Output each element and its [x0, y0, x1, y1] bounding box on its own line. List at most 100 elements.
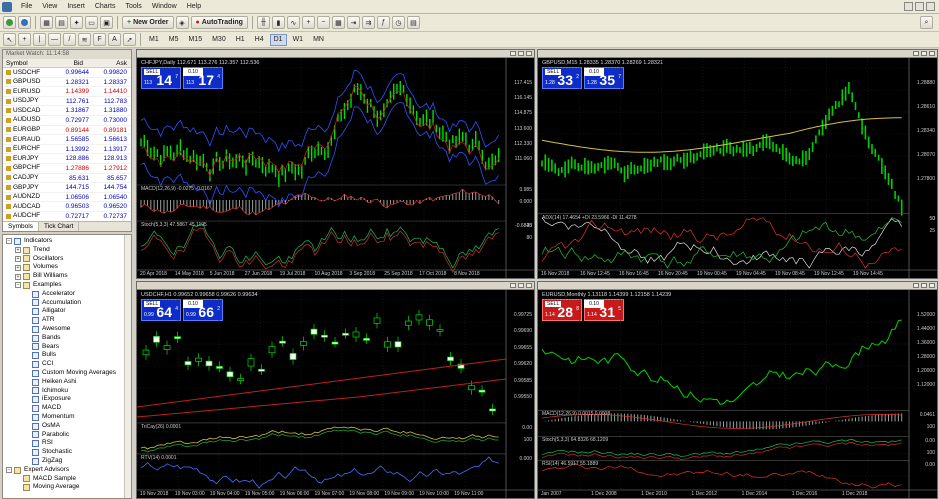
horizontal-line-tool[interactable]: — [48, 33, 61, 46]
periods-button[interactable]: ◷ [391, 16, 405, 29]
maximize-icon[interactable] [921, 51, 927, 56]
navigator-scrollbar[interactable] [124, 235, 131, 498]
timeframe-h4[interactable]: H4 [251, 34, 268, 46]
lot-size-input[interactable]: 0.10 [584, 68, 604, 76]
expand-icon[interactable]: + [15, 273, 21, 280]
navigator-item[interactable]: Heiken Ashi [3, 378, 131, 387]
fibonacci-tool[interactable]: F [93, 33, 106, 46]
timeframe-m30[interactable]: M30 [208, 34, 230, 46]
chart-shift-button[interactable]: ⇥ [346, 16, 360, 29]
close-icon[interactable] [526, 283, 532, 288]
navigator-item[interactable]: ZigZag [3, 457, 131, 466]
navigator-item[interactable]: Accelerator [3, 290, 131, 299]
navigator-item[interactable]: Bulls [3, 351, 131, 360]
navigator-item[interactable]: − Indicators [3, 237, 131, 246]
tab-tick-chart[interactable]: Tick Chart [39, 222, 80, 231]
navigator-item[interactable]: RSI [3, 439, 131, 448]
navigator-item[interactable]: − Expert Advisors [3, 466, 131, 475]
minimize-icon[interactable] [913, 283, 919, 288]
menu-window[interactable]: Window [147, 3, 182, 10]
navigator-item[interactable]: Moving Average [3, 483, 131, 492]
expand-icon[interactable]: + [15, 255, 21, 262]
trendline-tool[interactable]: / [63, 33, 76, 46]
navigator-item[interactable]: ATR [3, 316, 131, 325]
candlestick-button[interactable]: ▮ [271, 16, 285, 29]
maximize-icon[interactable] [921, 283, 927, 288]
new-order-button[interactable]: + New Order [122, 16, 174, 29]
strategy-tester-button[interactable]: ▣ [100, 16, 113, 29]
timeframe-m5[interactable]: M5 [165, 34, 183, 46]
arrows-tool[interactable]: ➚ [123, 33, 136, 46]
maximize-icon[interactable] [518, 51, 524, 56]
lot-size-input[interactable]: 0.10 [183, 300, 203, 308]
text-tool[interactable]: A [108, 33, 121, 46]
expand-icon[interactable]: − [15, 282, 21, 289]
navigator-item[interactable]: Awesome [3, 325, 131, 334]
navigator-item[interactable]: MACD [3, 404, 131, 413]
timeframe-d1[interactable]: D1 [269, 33, 287, 46]
maximize-icon[interactable] [518, 283, 524, 288]
navigator-item[interactable]: + Bill Williams [3, 272, 131, 281]
minimize-icon[interactable] [913, 51, 919, 56]
expand-icon[interactable]: + [15, 247, 21, 254]
chart-window-eurusd[interactable]: EURUSD,Monthly 1.13118 1.14399 1.12158 1… [537, 281, 938, 499]
tab-symbols[interactable]: Symbols [3, 222, 39, 231]
channel-tool[interactable]: ≋ [78, 33, 91, 46]
navigator-item[interactable]: CCI [3, 360, 131, 369]
navigator-item[interactable]: OsMA [3, 422, 131, 431]
close-icon[interactable] [929, 51, 935, 56]
minimize-icon[interactable] [904, 2, 913, 11]
price-chart-canvas[interactable] [538, 58, 937, 278]
timeframe-w1[interactable]: W1 [289, 34, 308, 46]
navigator-item[interactable]: + Oscillators [3, 255, 131, 264]
navigator-item[interactable]: Stochastic [3, 448, 131, 457]
navigator-item[interactable]: + Volumes [3, 263, 131, 272]
expand-icon[interactable]: + [15, 264, 21, 271]
navigator-item[interactable]: Accumulation [3, 299, 131, 308]
chart-window-usdchf[interactable]: USDCHF,H1 0.99652 0.99658 0.99626 0.9963… [136, 281, 535, 499]
minimize-icon[interactable] [510, 283, 516, 288]
navigator-item[interactable]: Custom Moving Averages [3, 369, 131, 378]
metaeditor-button[interactable]: ◈ [175, 16, 189, 29]
templates-button[interactable]: ▤ [406, 16, 420, 29]
zoom-out-button[interactable]: − [316, 16, 330, 29]
minimize-icon[interactable] [510, 51, 516, 56]
navigator-item[interactable]: Alligator [3, 307, 131, 316]
navigator-item[interactable]: iExposure [3, 395, 131, 404]
menu-file[interactable]: File [16, 3, 37, 10]
expand-icon[interactable]: − [6, 467, 12, 474]
market-watch-button[interactable]: ▦ [40, 16, 53, 29]
line-chart-button[interactable]: ∿ [286, 16, 300, 29]
navigator-item[interactable]: Momentum [3, 413, 131, 422]
lot-size-input[interactable]: 0.10 [183, 68, 203, 76]
menu-view[interactable]: View [37, 3, 62, 10]
col-ask[interactable]: Ask [87, 59, 131, 67]
close-icon[interactable] [929, 283, 935, 288]
autotrading-button[interactable]: ● AutoTrading [190, 16, 248, 29]
restore-icon[interactable] [915, 2, 924, 11]
terminal-button[interactable]: ▭ [85, 16, 98, 29]
menu-charts[interactable]: Charts [90, 3, 121, 10]
search-button[interactable]: ⌕ [920, 16, 933, 29]
indicators-button[interactable]: ƒ [376, 16, 390, 29]
profiles-button[interactable] [18, 16, 31, 29]
cursor-tool[interactable]: ↖ [3, 33, 16, 46]
price-chart-canvas[interactable] [137, 290, 534, 498]
crosshair-tool[interactable]: + [18, 33, 31, 46]
price-chart-canvas[interactable] [137, 58, 534, 278]
menu-tools[interactable]: Tools [120, 3, 146, 10]
navigator-item[interactable]: Bears [3, 343, 131, 352]
expand-icon[interactable]: − [6, 238, 12, 245]
chart-window-chfjpy[interactable]: CHFJPY,Daily 112.671 113.276 112.357 112… [136, 49, 535, 279]
chart-window-gbpusd[interactable]: GBPUSD,M15 1.28335 1.28370 1.28269 1.283… [537, 49, 938, 279]
navigator-item[interactable]: Bands [3, 334, 131, 343]
navigator-button[interactable]: ✦ [70, 16, 83, 29]
data-window-button[interactable]: ▤ [55, 16, 68, 29]
navigator-item[interactable]: Parabolic [3, 431, 131, 440]
navigator-item[interactable]: Ichimoku [3, 387, 131, 396]
timeframe-h1[interactable]: H1 [232, 34, 249, 46]
menu-insert[interactable]: Insert [62, 3, 90, 10]
navigator-item[interactable]: MACD Sample [3, 475, 131, 484]
col-symbol[interactable]: Symbol [3, 59, 43, 67]
col-bid[interactable]: Bid [43, 59, 87, 67]
